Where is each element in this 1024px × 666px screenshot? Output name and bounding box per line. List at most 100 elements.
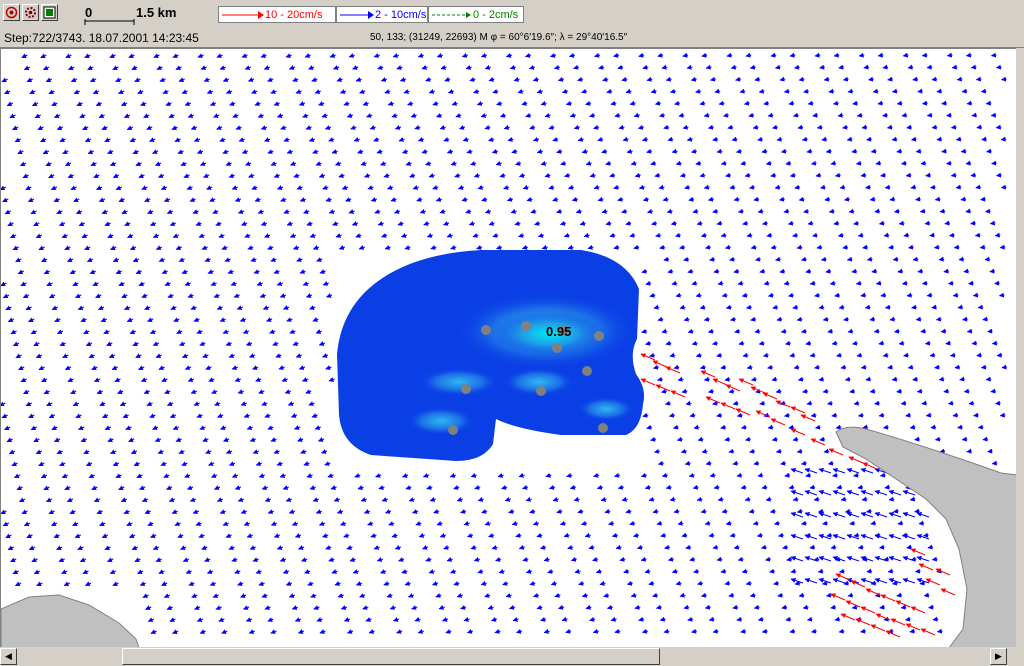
current-vector [809, 280, 816, 286]
current-vector [187, 113, 194, 118]
land-southeast [835, 426, 1018, 647]
current-vector [850, 580, 866, 588]
current-vector [832, 100, 839, 106]
station-marker[interactable] [521, 321, 531, 331]
current-vector [347, 629, 354, 634]
map-canvas[interactable]: 0.95 [0, 48, 1024, 647]
current-vector [703, 316, 710, 322]
current-vector [175, 245, 182, 250]
current-vector [617, 64, 624, 70]
target-button[interactable] [3, 4, 20, 21]
current-vector [59, 461, 66, 467]
current-vector [417, 629, 424, 634]
current-vector [655, 384, 671, 392]
map-view-button[interactable] [41, 4, 58, 21]
current-vector [703, 376, 710, 382]
current-vector [661, 472, 668, 478]
current-vector [473, 557, 481, 562]
current-vector [491, 148, 499, 154]
current-vector [417, 137, 425, 142]
current-vector [741, 292, 748, 298]
current-vector [611, 532, 618, 538]
current-vector [821, 136, 828, 142]
current-vector [426, 485, 433, 490]
current-vector [314, 425, 321, 430]
current-vector [999, 412, 1006, 418]
station-marker[interactable] [536, 386, 546, 396]
current-vector [646, 424, 653, 430]
current-vector [112, 173, 120, 178]
station-marker[interactable] [461, 384, 471, 394]
current-vector [93, 377, 101, 383]
station-marker[interactable] [552, 343, 562, 353]
current-vector [405, 485, 412, 490]
current-vector [803, 88, 810, 94]
station-marker[interactable] [598, 423, 608, 433]
current-vector [23, 65, 31, 71]
current-vector [412, 185, 419, 190]
current-vector [275, 353, 282, 358]
current-vector [59, 341, 66, 347]
current-vector [23, 521, 31, 527]
current-vector [95, 293, 102, 298]
station-marker[interactable] [481, 325, 491, 335]
current-vector [326, 293, 333, 298]
status-bar: Step:722/3743. 18.07.2001 14:23:45 50, 1… [0, 28, 1024, 48]
current-vector [831, 340, 838, 346]
current-vector [241, 149, 249, 154]
current-vector [280, 125, 287, 130]
current-vector [249, 545, 256, 550]
current-vector [133, 461, 140, 466]
current-vector [587, 244, 594, 250]
current-vector [956, 76, 963, 82]
current-vector [746, 364, 753, 370]
station-marker[interactable] [582, 366, 592, 376]
current-vector [671, 148, 678, 154]
current-vector [202, 353, 209, 358]
current-vector [794, 580, 801, 586]
current-vector [128, 53, 135, 58]
current-vector [934, 436, 941, 442]
current-vector [381, 233, 388, 238]
current-vector [709, 256, 716, 262]
current-vector [790, 534, 804, 540]
current-vector [419, 209, 426, 214]
current-vector [466, 628, 474, 634]
current-vector [421, 65, 428, 70]
current-vector [989, 268, 995, 274]
current-vector [221, 245, 228, 250]
station-marker[interactable] [594, 331, 604, 341]
current-vector [729, 532, 736, 538]
current-vector [525, 112, 532, 118]
horizontal-scrollbar[interactable]: ◀ ▶ [0, 647, 1024, 666]
current-vector [888, 490, 902, 496]
current-vector [790, 578, 804, 584]
current-vector [187, 377, 195, 382]
current-vector [258, 389, 265, 394]
current-vector [185, 569, 192, 574]
current-vector [754, 328, 761, 334]
current-vector [790, 468, 804, 474]
current-vector [940, 588, 956, 596]
current-vector [38, 365, 45, 371]
scroll-left-button[interactable]: ◀ [0, 648, 17, 665]
current-vector [514, 220, 521, 226]
settings-button[interactable] [22, 4, 39, 21]
current-vector [201, 545, 208, 550]
scroll-right-button[interactable]: ▶ [990, 648, 1007, 665]
current-vector [567, 544, 574, 550]
current-vector [115, 77, 122, 82]
current-vector [302, 281, 309, 286]
current-vector [48, 89, 55, 95]
current-vector [654, 448, 661, 454]
current-vector [529, 124, 536, 130]
current-vector [708, 388, 715, 394]
current-vector [53, 533, 60, 539]
current-vector [838, 304, 845, 310]
current-vector [933, 244, 940, 250]
station-marker[interactable] [448, 425, 458, 435]
current-vector [199, 425, 206, 430]
current-vector [246, 533, 253, 538]
current-vector [120, 101, 128, 106]
scroll-thumb[interactable] [122, 648, 660, 665]
